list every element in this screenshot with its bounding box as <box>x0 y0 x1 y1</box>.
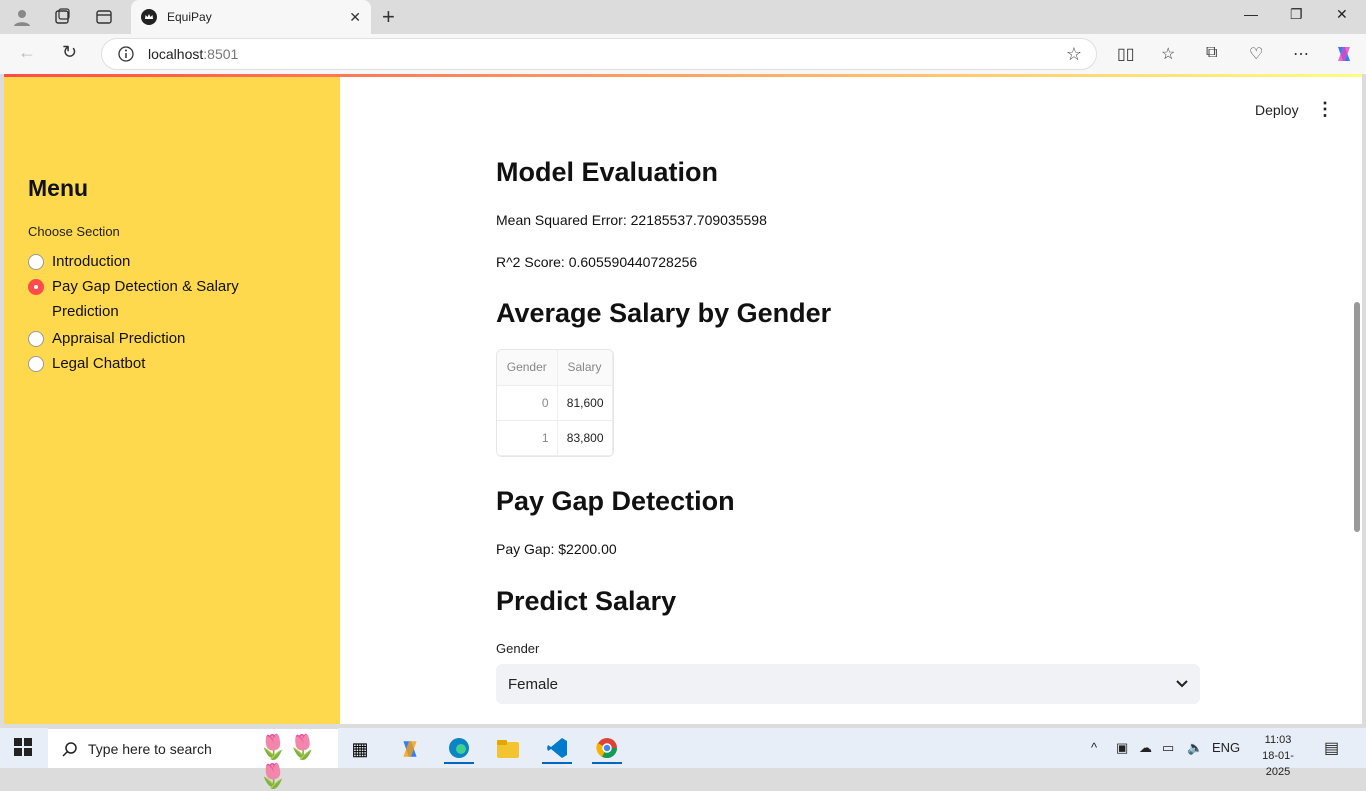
onedrive-icon[interactable]: ☁ <box>1139 740 1152 756</box>
back-icon[interactable]: ← <box>18 42 36 63</box>
file-explorer-icon[interactable] <box>493 734 523 764</box>
table-cell-gender: 0 <box>497 385 558 421</box>
tab-actions-icon[interactable] <box>92 5 116 29</box>
meet-now-icon[interactable]: ▣ <box>1116 740 1128 756</box>
browser-essentials-icon[interactable]: ♡ <box>1249 44 1263 64</box>
radio-button[interactable] <box>28 331 44 347</box>
minimize-icon[interactable]: — <box>1244 6 1258 22</box>
taskbar-search[interactable]: Type here to search 🌷🌷🌷 <box>48 728 338 790</box>
clock[interactable]: 11:03 18-01-2025 <box>1252 732 1304 780</box>
r2-text: R^2 Score: 0.605590440728256 <box>496 254 698 270</box>
crown-icon <box>141 9 157 25</box>
edge-icon[interactable] <box>444 734 474 764</box>
clock-time: 11:03 <box>1264 734 1292 746</box>
gender-select[interactable]: Female <box>496 664 1200 704</box>
salary-dataframe[interactable]: Gender Salary 0 81,600 1 83,800 <box>496 349 614 457</box>
address-bar[interactable]: localhost:8501 ☆ <box>101 38 1097 70</box>
radio-button[interactable] <box>28 254 44 270</box>
battery-icon[interactable]: ▭ <box>1162 740 1174 756</box>
language-indicator[interactable]: ENG <box>1212 740 1240 755</box>
predict-salary-heading: Predict Salary <box>496 586 677 616</box>
workspaces-icon[interactable] <box>50 5 74 29</box>
mse-text: Mean Squared Error: 22185537.709035598 <box>496 212 767 228</box>
favorites-icon[interactable]: ☆ <box>1161 44 1175 64</box>
favorite-star-icon[interactable]: ☆ <box>1066 44 1082 65</box>
main-menu-icon[interactable]: ⋮ <box>1316 99 1334 120</box>
column-header-salary[interactable]: Salary <box>557 350 613 386</box>
restore-icon[interactable]: ❐ <box>1290 6 1303 23</box>
tab-title: EquiPay <box>167 10 212 24</box>
profile-icon[interactable] <box>10 5 34 29</box>
radio-option-pay-gap[interactable]: Pay Gap Detection & Salary Prediction <box>28 278 252 324</box>
close-window-icon[interactable]: ✕ <box>1336 6 1348 23</box>
tab-equipay[interactable]: EquiPay ✕ <box>131 0 371 34</box>
table-cell-salary: 83,800 <box>557 420 613 456</box>
new-tab-button[interactable]: + <box>382 4 395 30</box>
copilot-taskbar-icon[interactable] <box>395 734 425 764</box>
clock-date: 18-01-2025 <box>1262 750 1294 778</box>
url-port: :8501 <box>203 46 239 62</box>
search-placeholder: Type here to search <box>88 740 212 757</box>
vscode-icon[interactable] <box>542 734 572 764</box>
radio-option-label: Pay Gap Detection & Salary Prediction <box>52 278 239 320</box>
browser-toolbar: ← ↻ localhost:8501 ☆ ▯▯ ☆ ⧉ ♡ ⋯ <box>0 34 1366 74</box>
close-tab-icon[interactable]: ✕ <box>349 9 361 26</box>
scrollbar-thumb[interactable] <box>1354 302 1360 532</box>
radio-option-label: Appraisal Prediction <box>52 330 186 347</box>
search-icon <box>62 741 77 757</box>
gender-select-label: Gender <box>496 641 540 656</box>
app-viewport: Menu Choose Section Introduction Pay Gap… <box>4 77 1362 724</box>
table-cell-gender: 1 <box>497 420 558 456</box>
notifications-icon[interactable]: ▤ <box>1324 738 1339 758</box>
pay-gap-text: Pay Gap: $2200.00 <box>496 541 617 557</box>
info-icon[interactable] <box>118 46 134 62</box>
more-menu-icon[interactable]: ⋯ <box>1293 44 1309 64</box>
sidebar-title: Menu <box>28 175 89 201</box>
taskbar: Type here to search 🌷🌷🌷 ▦ ^ ▣ ☁ ▭ 🔈 ENG … <box>0 728 1366 790</box>
copilot-icon[interactable] <box>1334 44 1354 69</box>
chrome-icon[interactable] <box>592 734 622 764</box>
split-screen-icon[interactable]: ▯▯ <box>1117 44 1135 64</box>
browser-tab-bar: EquiPay ✕ + — ❐ ✕ <box>0 0 1366 34</box>
radio-option-legal-chatbot[interactable]: Legal Chatbot <box>28 355 252 376</box>
radio-option-introduction[interactable]: Introduction <box>28 253 252 274</box>
windows-start-icon[interactable] <box>14 738 32 761</box>
refresh-icon[interactable]: ↻ <box>62 42 77 63</box>
chevron-down-icon <box>1176 680 1188 688</box>
pay-gap-heading: Pay Gap Detection <box>496 486 735 516</box>
radio-option-label: Legal Chatbot <box>52 355 146 372</box>
show-hidden-icons[interactable]: ^ <box>1091 740 1097 755</box>
model-evaluation-heading: Model Evaluation <box>496 157 719 187</box>
volume-icon[interactable]: 🔈 <box>1187 740 1203 756</box>
radio-button[interactable] <box>28 356 44 372</box>
gender-select-value: Female <box>508 675 559 693</box>
column-header-gender[interactable]: Gender <box>497 350 558 386</box>
radio-button-selected[interactable] <box>28 279 44 295</box>
avg-salary-heading: Average Salary by Gender <box>496 298 832 328</box>
task-view-icon[interactable]: ▦ <box>345 734 375 764</box>
url-host: localhost <box>148 46 204 62</box>
deploy-button[interactable]: Deploy <box>1255 102 1299 118</box>
table-row: 0 81,600 <box>497 385 613 421</box>
table-cell-salary: 81,600 <box>557 385 613 421</box>
table-row: 1 83,800 <box>497 420 613 456</box>
section-radio-label: Choose Section <box>28 224 120 239</box>
radio-option-appraisal[interactable]: Appraisal Prediction <box>28 330 252 351</box>
tulips-icon: 🌷🌷🌷 <box>258 734 318 790</box>
radio-option-label: Introduction <box>52 253 131 270</box>
sidebar: Menu Choose Section Introduction Pay Gap… <box>4 77 340 724</box>
collections-icon[interactable]: ⧉ <box>1206 44 1217 62</box>
